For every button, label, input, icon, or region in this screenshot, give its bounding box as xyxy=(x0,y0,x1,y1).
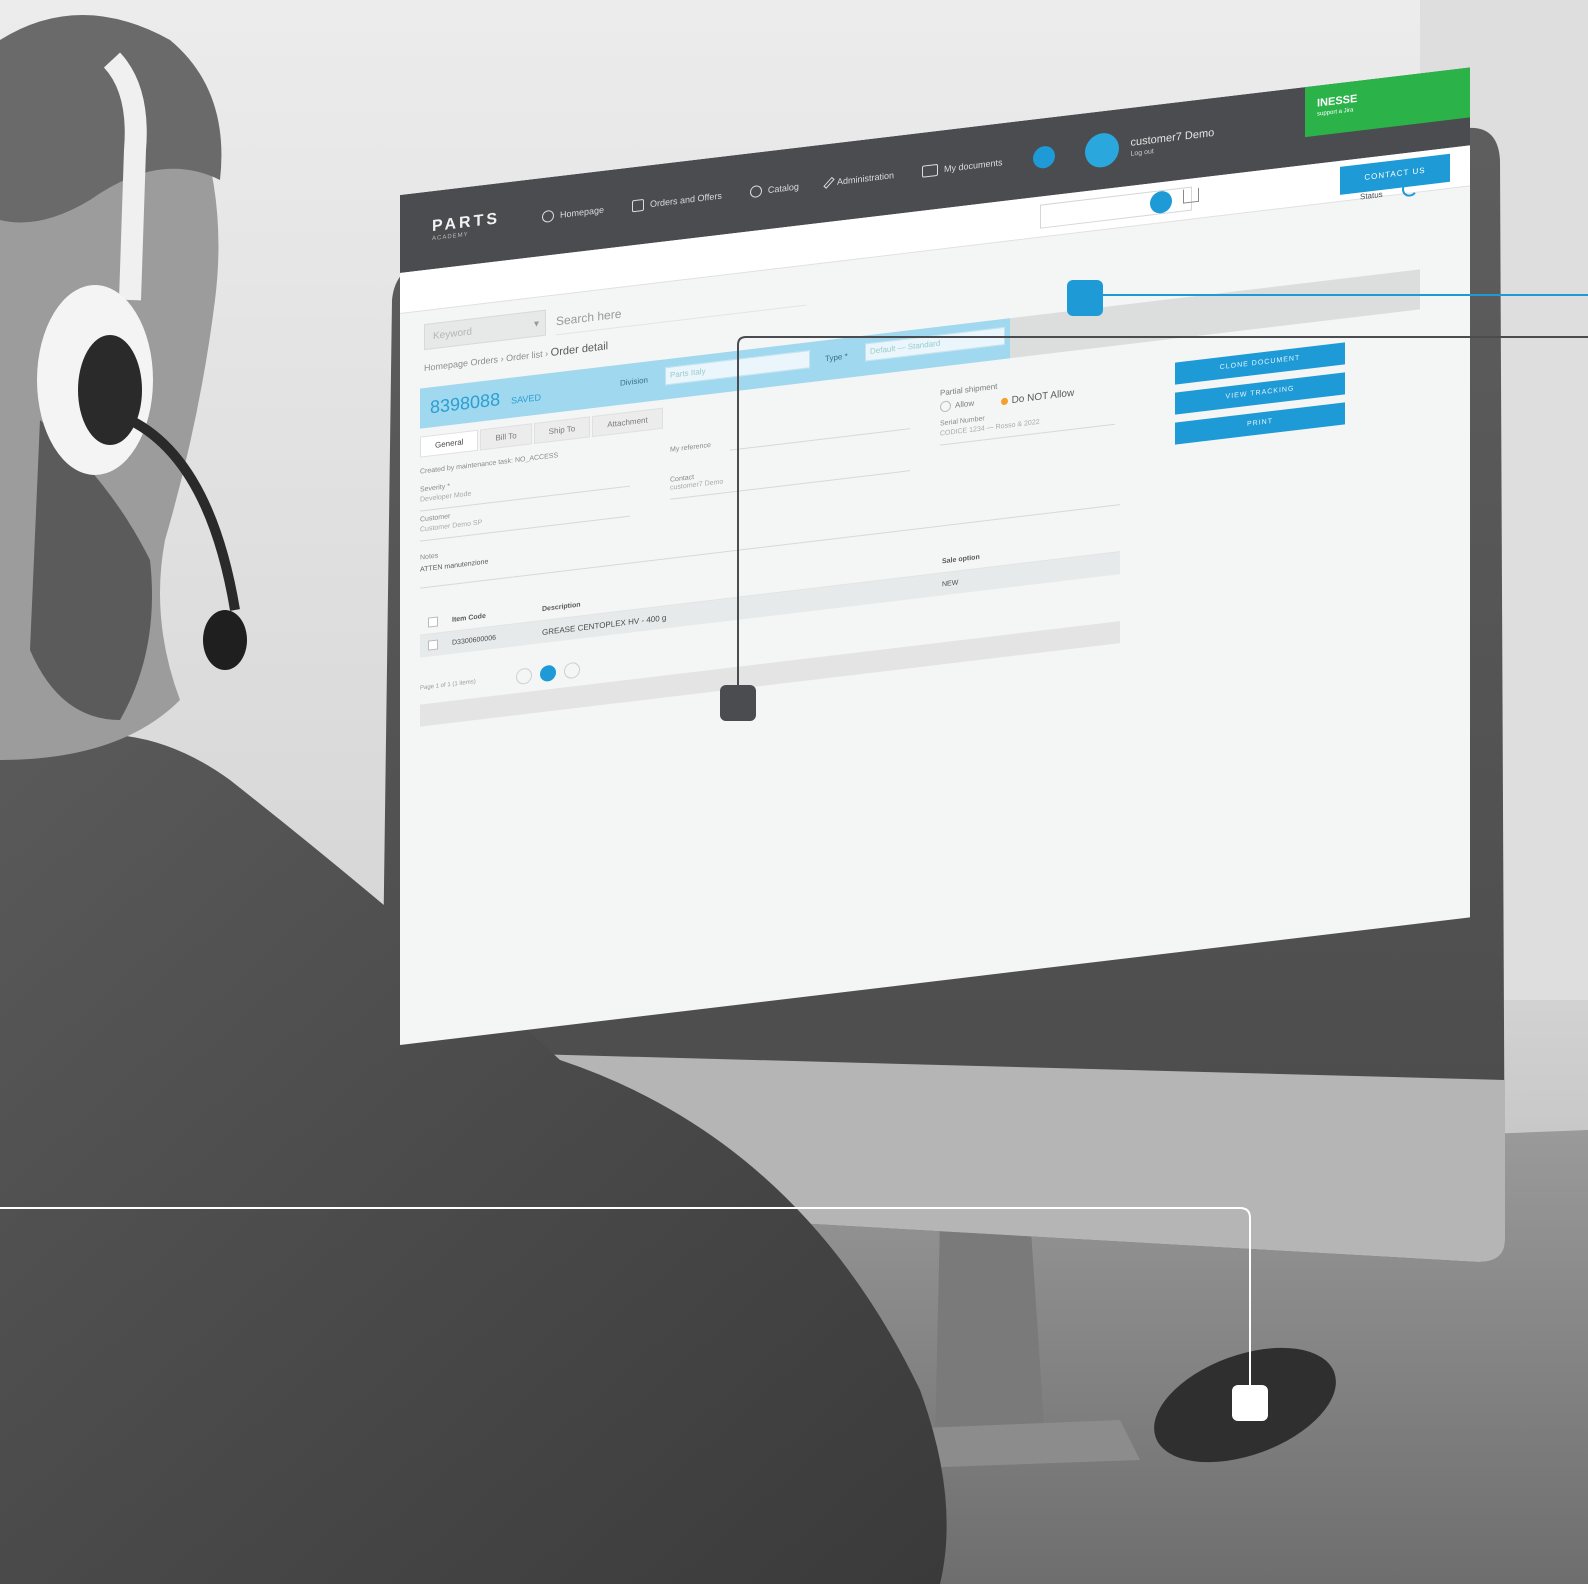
callout-marker-blue xyxy=(1067,280,1103,316)
callout-lines xyxy=(0,294,1588,1400)
callout-marker-white xyxy=(1232,1385,1268,1421)
callout-marker-dark xyxy=(720,685,756,721)
